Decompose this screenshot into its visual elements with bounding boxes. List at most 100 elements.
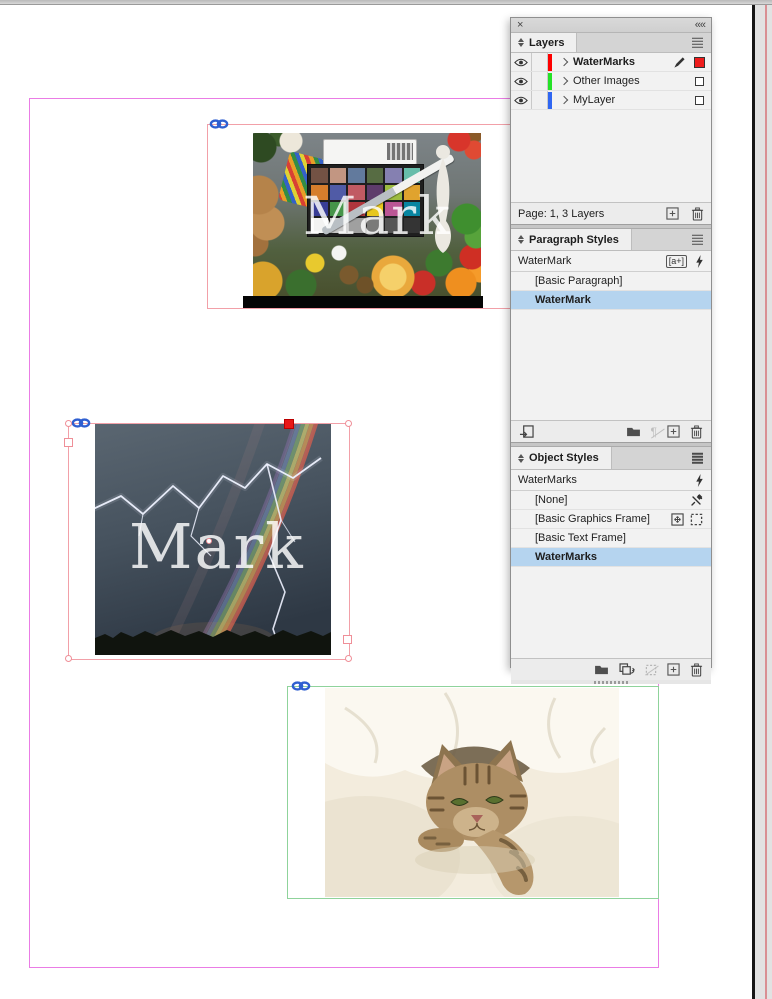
object-styles-list: [None] [Basic Graphics Frame] [Basic Tex… xyxy=(511,491,711,658)
panel-collapse-icon xyxy=(518,453,524,463)
eye-icon xyxy=(514,96,528,104)
colorchecker-cell xyxy=(311,168,328,183)
new-style-group-folder-icon[interactable] xyxy=(594,664,609,675)
layers-panel-menu-icon[interactable] xyxy=(692,37,703,48)
layers-statusbar: Page: 1, 3 Layers xyxy=(511,202,711,224)
object-styles-panel-menu-icon[interactable] xyxy=(692,452,703,464)
clear-object-overrides-icon[interactable] xyxy=(645,664,659,676)
handle-bottom-left[interactable] xyxy=(65,655,72,662)
object-style-row-basic-text[interactable]: [Basic Text Frame] xyxy=(511,529,711,548)
default-graphic-frame-icon xyxy=(671,512,684,526)
object-styles-toolbar xyxy=(511,658,711,680)
ruler-patches xyxy=(387,143,413,160)
delete-style-button[interactable] xyxy=(690,424,703,439)
ruler-strip xyxy=(323,139,417,165)
layer-row-body: WaterMarks xyxy=(548,53,711,71)
layer-row-other-images[interactable]: Other Images xyxy=(511,72,711,91)
panel-group-titlebar: × «« xyxy=(511,18,711,33)
default-pin-icon xyxy=(691,493,703,506)
handle-top-right[interactable] xyxy=(345,420,352,427)
image-frame-storm[interactable]: Mark xyxy=(64,418,352,662)
watermark-text-fruits[interactable]: Mark xyxy=(303,187,452,247)
pen-icon xyxy=(674,56,685,68)
eye-icon xyxy=(514,77,528,85)
create-new-style-button[interactable] xyxy=(667,663,680,676)
visibility-toggle[interactable] xyxy=(511,53,532,71)
new-style-group-folder-icon[interactable] xyxy=(626,426,641,437)
handle-selected-red[interactable] xyxy=(284,419,294,429)
expand-chevron-icon[interactable] xyxy=(559,57,569,67)
watermark-text-storm[interactable]: Mark xyxy=(129,510,305,583)
paragraph-styles-tabrow: Paragraph Styles xyxy=(511,229,711,251)
layer-color-bar xyxy=(548,72,552,90)
current-paragraph-style: WaterMark xyxy=(518,255,572,267)
style-name: [Basic Text Frame] xyxy=(535,532,626,544)
style-name: [Basic Graphics Frame] xyxy=(535,513,650,525)
selection-proxy[interactable] xyxy=(695,76,704,86)
colorchecker-cell xyxy=(385,168,402,183)
paragraph-style-row-watermark[interactable]: WaterMark xyxy=(511,291,711,310)
paragraph-styles-list: [Basic Paragraph] WaterMark xyxy=(511,272,711,420)
cat-photo[interactable] xyxy=(325,688,619,897)
link-icon xyxy=(71,418,91,428)
layer-name[interactable]: WaterMarks xyxy=(573,56,635,68)
lock-toggle[interactable] xyxy=(532,53,548,71)
redefine-style-icon[interactable] xyxy=(619,663,635,676)
quick-apply-lightning-icon[interactable] xyxy=(695,254,704,268)
layers-tabrow: Layers xyxy=(511,33,711,53)
link-icon xyxy=(291,681,311,691)
layers-status-text: Page: 1, 3 Layers xyxy=(518,207,605,220)
handle-top-left[interactable] xyxy=(65,420,72,427)
visibility-toggle[interactable] xyxy=(511,91,532,109)
delete-style-button[interactable] xyxy=(690,663,703,677)
layer-row-body: MyLayer xyxy=(548,91,711,109)
paragraph-styles-current: WaterMark [a+] xyxy=(511,251,711,272)
object-style-row-basic-graphics[interactable]: [Basic Graphics Frame] xyxy=(511,510,711,529)
style-name: WaterMark xyxy=(535,294,591,306)
tab-object-styles[interactable]: Object Styles xyxy=(511,447,612,469)
indesign-workspace: Mark Mark × «« Layers WaterMarks Other I… xyxy=(0,0,772,999)
style-name: [Basic Paragraph] xyxy=(535,275,623,287)
style-name: WaterMarks xyxy=(535,551,597,563)
colorchecker-cell xyxy=(366,168,383,183)
colorchecker-cell xyxy=(329,168,346,183)
new-layer-button[interactable] xyxy=(666,207,679,220)
frame-center-point[interactable] xyxy=(206,538,212,544)
selection-proxy[interactable] xyxy=(695,95,704,105)
panel-collapse-icon xyxy=(518,235,524,244)
visibility-toggle[interactable] xyxy=(511,72,532,90)
paragraph-styles-panel-menu-icon[interactable] xyxy=(692,234,703,245)
tab-paragraph-styles[interactable]: Paragraph Styles xyxy=(511,229,632,250)
expand-chevron-icon[interactable] xyxy=(559,76,569,86)
selection-proxy-selected[interactable] xyxy=(694,56,705,68)
layer-row-mylayer[interactable]: MyLayer xyxy=(511,91,711,110)
layer-row-watermarks[interactable]: WaterMarks xyxy=(511,53,711,72)
tab-layers[interactable]: Layers xyxy=(511,33,578,52)
default-frame-dashed-icon xyxy=(690,513,703,525)
object-style-row-none[interactable]: [None] xyxy=(511,491,711,510)
handle-right[interactable] xyxy=(343,635,352,644)
object-styles-tab-label: Object Styles xyxy=(529,452,599,464)
panel-collapse-icon xyxy=(518,38,524,47)
close-icon[interactable]: × xyxy=(517,19,523,31)
image-frame-cat[interactable] xyxy=(287,681,659,899)
object-style-row-watermarks[interactable]: WaterMarks xyxy=(511,548,711,567)
layer-name[interactable]: Other Images xyxy=(573,75,640,87)
collapse-panels-icon[interactable]: «« xyxy=(695,19,706,31)
style-override-badge-icon[interactable]: [a+] xyxy=(665,254,687,268)
quick-apply-lightning-icon[interactable] xyxy=(695,473,704,487)
paragraph-style-row-basic[interactable]: [Basic Paragraph] xyxy=(511,272,711,291)
expand-chevron-icon[interactable] xyxy=(559,95,569,105)
delete-layer-button[interactable] xyxy=(691,207,704,221)
object-styles-current: WaterMarks xyxy=(511,470,711,491)
style-group-arrow-icon[interactable] xyxy=(519,424,534,439)
lock-toggle[interactable] xyxy=(532,91,548,109)
panel-resize-grip[interactable] xyxy=(511,680,711,684)
lock-toggle[interactable] xyxy=(532,72,548,90)
pasteboard xyxy=(755,0,772,999)
clear-overrides-icon[interactable]: ¶ xyxy=(651,426,665,439)
handle-left[interactable] xyxy=(64,438,73,447)
layer-name[interactable]: MyLayer xyxy=(573,94,615,106)
create-new-style-button[interactable] xyxy=(667,425,680,438)
handle-bottom-right[interactable] xyxy=(345,655,352,662)
